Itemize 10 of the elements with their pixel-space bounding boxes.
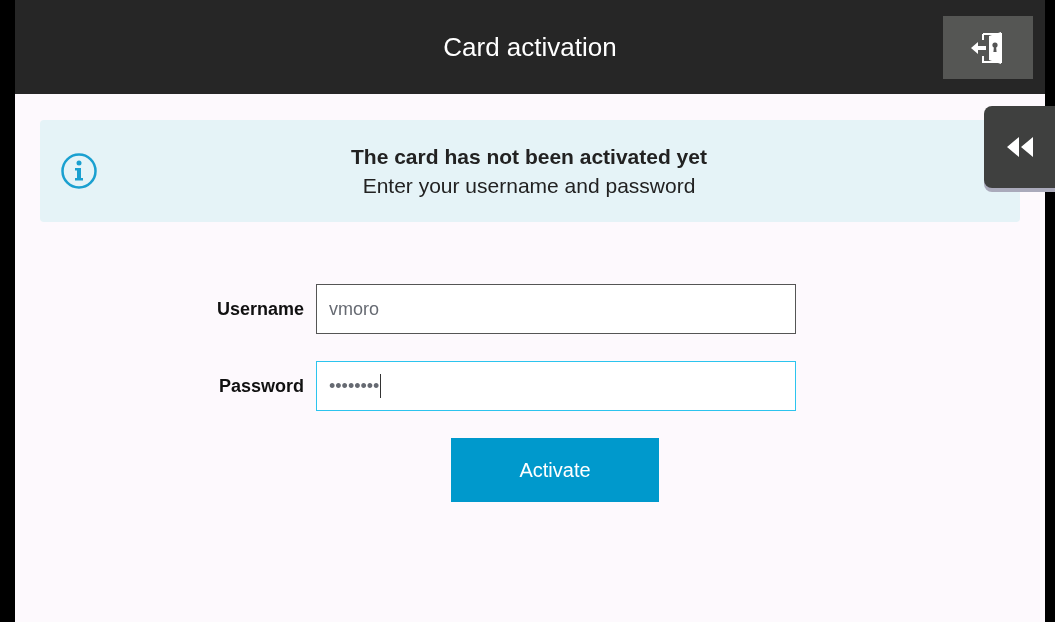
input-field[interactable]: vmoro (316, 284, 796, 334)
page-title: Card activation (443, 31, 617, 63)
logout-button[interactable] (943, 16, 1033, 79)
banner-message: Enter your username and password (362, 173, 696, 198)
activate-button[interactable]: Activate (451, 438, 659, 502)
field-label: Password (217, 375, 304, 397)
info-icon (60, 152, 98, 190)
input-field[interactable]: •••••••• (316, 361, 796, 411)
field-label: Username (215, 298, 304, 320)
banner-title: The card has not been activated yet (351, 144, 707, 169)
